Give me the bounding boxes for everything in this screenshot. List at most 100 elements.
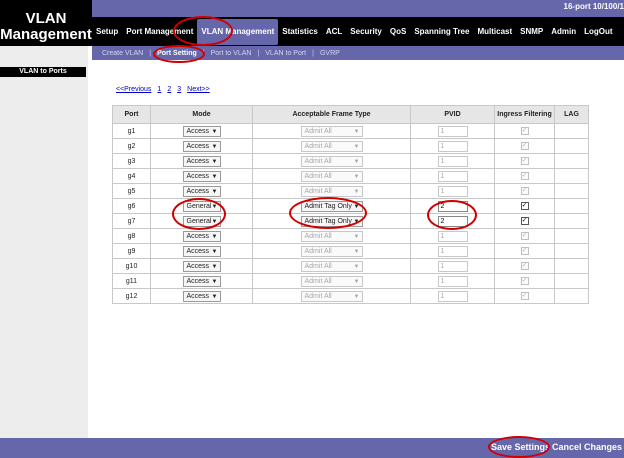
frame-type-select[interactable]: Admit All ▼ (300, 170, 363, 182)
port-cell: g2 (112, 138, 151, 154)
pager-page-link[interactable]: 2 (167, 86, 171, 93)
dropdown-arrow-icon: ▼ (353, 188, 360, 195)
dropdown-arrow-icon: ▼ (353, 128, 360, 135)
lag-cell (554, 273, 589, 289)
pvid-input[interactable]: 1 (437, 125, 468, 137)
nav-item-port-management[interactable]: Port Management (122, 27, 197, 36)
ingress-checkbox[interactable]: ✓ (520, 277, 529, 285)
table-row: g6 General ▼ Admit Tag Only ▼ 2 ✓ (112, 198, 589, 214)
ingress-checkbox[interactable]: ✓ (520, 127, 529, 135)
mode-select[interactable]: Access ▼ (182, 290, 221, 302)
frame-type-value: Admit Tag Only (304, 217, 352, 225)
frame-type-select[interactable]: Admit All ▼ (300, 125, 363, 137)
nav-item-setup[interactable]: Setup (92, 27, 122, 36)
mode-value: Access (186, 232, 210, 240)
ingress-checkbox[interactable]: ✓ (520, 232, 529, 240)
ingress-checkbox[interactable]: ✓ (520, 142, 529, 150)
nav-item-multicast[interactable]: Multicast (473, 27, 516, 36)
pvid-input[interactable]: 1 (437, 155, 468, 167)
subnav-item-port-setting[interactable]: Port Setting (153, 50, 201, 57)
frame-type-select[interactable]: Admit All ▼ (300, 245, 363, 257)
table-row: g2 Access ▼ Admit All ▼ 1 ✓ (112, 138, 589, 154)
mode-cell: General ▼ (150, 198, 253, 214)
nav-item-admin[interactable]: Admin (547, 27, 580, 36)
pager-page-link[interactable]: 1 (157, 86, 161, 93)
pvid-input[interactable]: 1 (437, 230, 468, 242)
dropdown-arrow-icon: ▼ (353, 143, 360, 150)
ingress-cell: ✓ (494, 258, 555, 274)
pvid-input[interactable]: 1 (437, 185, 468, 197)
frame-type-select[interactable]: Admit Tag Only ▼ (300, 215, 363, 227)
dropdown-arrow-icon: ▼ (353, 233, 360, 240)
ingress-checkbox[interactable]: ✓ (520, 217, 529, 225)
mode-value: Access (186, 262, 210, 270)
port-cell: g12 (112, 288, 151, 304)
pager-next-link[interactable]: Next>> (187, 86, 210, 93)
frame-type-value: Admit All (304, 277, 332, 285)
mode-select[interactable]: Access ▼ (182, 230, 221, 242)
mode-select[interactable]: Access ▼ (182, 125, 221, 137)
mode-select[interactable]: Access ▼ (182, 275, 221, 287)
frame-type-select[interactable]: Admit All ▼ (300, 140, 363, 152)
ingress-checkbox[interactable]: ✓ (520, 157, 529, 165)
nav-item-statistics[interactable]: Statistics (278, 27, 322, 36)
pager-page-link[interactable]: 3 (177, 86, 181, 93)
frame-type-select[interactable]: Admit All ▼ (300, 260, 363, 272)
pager-previous-link[interactable]: <<Previous (116, 86, 151, 93)
nav-item-logout[interactable]: LogOut (580, 27, 616, 36)
pvid-input[interactable]: 1 (437, 140, 468, 152)
frame-type-cell: Admit Tag Only ▼ (252, 213, 411, 229)
mode-select[interactable]: Access ▼ (182, 155, 221, 167)
pvid-input[interactable]: 2 (437, 215, 468, 227)
header-ingress: Ingress Filtering (494, 105, 555, 124)
mode-value: Access (186, 292, 210, 300)
pvid-input[interactable]: 1 (437, 245, 468, 257)
frame-type-select[interactable]: Admit All ▼ (300, 275, 363, 287)
pvid-input[interactable]: 2 (437, 200, 468, 212)
mode-select[interactable]: General ▼ (182, 215, 221, 227)
nav-item-security[interactable]: Security (346, 27, 386, 36)
subnav-item-vlan-to-port[interactable]: VLAN to Port (261, 50, 310, 57)
ingress-checkbox[interactable]: ✓ (520, 247, 529, 255)
ingress-checkbox[interactable]: ✓ (520, 292, 529, 300)
mode-value: Access (186, 172, 210, 180)
nav-item-acl[interactable]: ACL (322, 27, 346, 36)
header-lag: LAG (554, 105, 589, 124)
frame-type-cell: Admit All ▼ (252, 183, 411, 199)
ingress-checkbox[interactable]: ✓ (520, 172, 529, 180)
mode-select[interactable]: Access ▼ (182, 140, 221, 152)
mode-select[interactable]: Access ▼ (182, 245, 221, 257)
port-cell: g9 (112, 243, 151, 259)
frame-type-select[interactable]: Admit All ▼ (300, 185, 363, 197)
frame-type-value: Admit All (304, 262, 332, 270)
frame-type-select[interactable]: Admit Tag Only ▼ (300, 200, 363, 212)
mode-select[interactable]: Access ▼ (182, 260, 221, 272)
subnav-item-create-vlan[interactable]: Create VLAN (98, 50, 147, 57)
main-content: <<Previous 1 2 3 Next>> Port Mode Acceptable… (92, 60, 624, 438)
ingress-checkbox[interactable]: ✓ (520, 262, 529, 270)
port-cell: g11 (112, 273, 151, 289)
pvid-input[interactable]: 1 (437, 275, 468, 287)
save-settings-button[interactable]: Save Settings (491, 442, 550, 452)
ingress-checkbox[interactable]: ✓ (520, 187, 529, 195)
mode-select[interactable]: Access ▼ (182, 185, 221, 197)
frame-type-select[interactable]: Admit All ▼ (300, 290, 363, 302)
mode-select[interactable]: Access ▼ (182, 170, 221, 182)
nav-item-qos[interactable]: QoS (386, 27, 410, 36)
frame-type-value: Admit All (304, 157, 332, 165)
nav-item-snmp[interactable]: SNMP (516, 27, 547, 36)
frame-type-select[interactable]: Admit All ▼ (300, 230, 363, 242)
ingress-checkbox[interactable]: ✓ (520, 202, 529, 210)
subnav-item-port-to-vlan[interactable]: Port to VLAN (207, 50, 256, 57)
subnav-item-gvrp[interactable]: GVRP (316, 50, 344, 57)
pvid-input[interactable]: 1 (437, 290, 468, 302)
pvid-input[interactable]: 1 (437, 260, 468, 272)
cancel-changes-button[interactable]: Cancel Changes (552, 442, 622, 452)
mode-select[interactable]: General ▼ (182, 200, 221, 212)
nav-item-spanning-tree[interactable]: Spanning Tree (410, 27, 473, 36)
nav-item-vlan-management[interactable]: VLAN Management (197, 18, 279, 45)
pvid-cell: 1 (410, 243, 495, 259)
pvid-cell: 1 (410, 273, 495, 289)
pvid-input[interactable]: 1 (437, 170, 468, 182)
frame-type-select[interactable]: Admit All ▼ (300, 155, 363, 167)
